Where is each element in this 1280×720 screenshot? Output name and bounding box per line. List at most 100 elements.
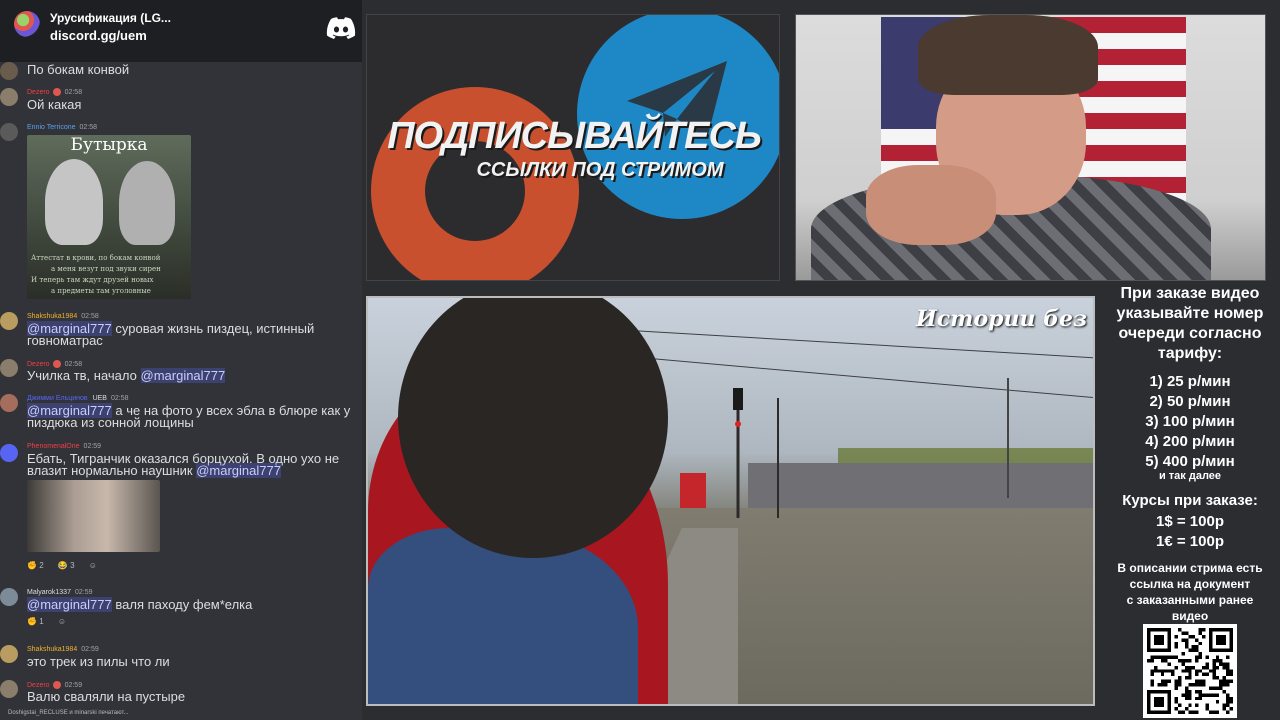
avatar [0,444,18,462]
instruction-line: тарифу: [1157,345,1223,362]
qr-code-icon [1147,628,1233,714]
message-body: Ебать, Тигранчик оказался борцухой. В од… [27,451,340,478]
instruction-line: очереди согласно [1118,325,1262,342]
avatar [0,88,18,106]
message-text: Ебать, Тигранчик оказался борцухой. В од… [27,451,359,478]
add-reaction-icon[interactable]: ☺ [58,617,66,626]
message-meta: Dezero 02:58 [27,88,82,96]
message-text: это трек из пилы что ли [27,654,170,669]
promo-banner: ПОДПИСЫВАЙТЕСЬ ССЫЛКИ ПОД СТРИМОМ [366,14,780,281]
instruction-line: При заказе видео [1120,285,1260,302]
avatar [0,680,18,698]
badge-icon [52,360,61,368]
avatar [0,645,18,663]
avatar [0,312,18,330]
user-mention[interactable]: @marginal777 [140,368,226,383]
message-time: 02:58 [81,313,99,320]
message-time: 02:59 [81,646,99,653]
message-author[interactable]: Джимми Ельцинов [27,395,88,402]
image-person [45,159,103,245]
message-meta: Shakshuka1984 02:59 [27,646,99,653]
tariff-item: 4) 200 р/мин [1145,433,1235,450]
server-header[interactable]: Урусификация (LG... discord.gg/uem [0,0,362,62]
avatar [0,62,18,80]
reactions: ✊ 1 ☺ [27,617,72,626]
description-line: видео [1171,609,1209,623]
reaction[interactable]: 😂 3 [58,561,81,570]
message-time: 02:59 [74,589,93,596]
tariff-item: 5) 400 р/мин [1145,453,1235,470]
message-author[interactable]: Dezero [27,361,50,368]
message-meta: Shakshuka1984 02:58 [27,313,99,320]
discord-logo-icon [326,17,356,39]
message-author[interactable]: Dezero [27,89,50,96]
user-mention[interactable]: @marginal777 [27,597,112,612]
reaction-count: 1 [39,617,44,626]
avatar [0,588,18,606]
reaction[interactable]: ✊ 2 [27,561,50,570]
avatar [0,394,18,412]
rate-item: 1$ = 100р [1156,513,1224,530]
message-text: По бокам конвой [27,62,130,77]
user-mention[interactable]: @marginal777 [196,463,281,478]
image-caption: Аттестат в крови, по бокам конвой а меня… [31,253,187,297]
message-time: 02:59 [83,443,102,450]
image-caption-line: а меня везут под звуки сирен [51,265,161,273]
badge-icon [52,681,61,689]
message-time: 02:58 [64,360,83,368]
streamer-hair [918,15,1098,95]
streamer-hand [866,165,996,245]
order-instructions: При заказе видео указывайте номер очеред… [1100,284,1280,364]
tariff-list: 1) 25 р/мин 2) 50 р/мин 3) 100 р/мин 4) … [1100,372,1280,472]
message-author[interactable]: Shakshuka1984 [27,646,77,653]
message-text: @marginal777 валя паходу фем*елка [27,597,359,612]
add-reaction-icon[interactable]: ☺ [89,561,97,570]
message-meta: Джимми Ельцинов UEB 02:58 [27,395,129,402]
tariff-item: 3) 100 р/мин [1145,413,1235,430]
reactions: ✊ 2 😂 3 ☺ [27,561,103,570]
badge-icon [52,88,61,96]
tariff-item: 2) 50 р/мин [1149,393,1231,410]
message-time: 02:58 [64,88,83,96]
server-name: Урусификация (LG... [50,11,171,25]
message-text: @marginal777 суровая жизнь пиздец, истин… [27,321,359,347]
message-author[interactable]: Dezero [27,682,50,689]
avatar [0,359,18,377]
tariff-more: и так далее [1158,470,1222,482]
image-person [119,161,175,245]
message-meta: Dezero 02:59 [27,681,82,689]
reaction-count: 3 [70,561,75,570]
message-author[interactable]: PhenomenalOne [27,443,80,450]
description-line: В описании стрима есть [1117,561,1263,575]
tariff-item: 1) 25 р/мин [1149,373,1231,390]
server-invite[interactable]: discord.gg/uem [50,28,147,43]
chat-panel: Урусификация (LG... discord.gg/uem По бо… [0,0,362,720]
message-meta: PhenomenalOne 02:59 [27,443,101,450]
message-author[interactable]: Malyarok1337 [27,589,71,596]
rate-item: 1€ = 100р [1156,533,1224,550]
message-time: 02:58 [110,395,129,402]
message-author[interactable]: Shakshuka1984 [27,313,77,320]
reaction[interactable]: ✊ 1 [27,617,50,626]
promo-title: ПОДПИСЫВАЙТЕСЬ [387,115,762,157]
server-icon [14,11,40,37]
video-player[interactable]: Истории без сахара [366,296,1095,706]
message-text: @marginal777 а че на фото у всех эбла в … [27,403,359,429]
message-image[interactable]: Бутырка Аттестат в крови, по бокам конво… [27,135,191,299]
image-caption-line: И теперь там ждут друзей новых [31,276,154,284]
rates-list: 1$ = 100р 1€ = 100р [1100,512,1280,552]
rates-header: Курсы при заказе: [1122,492,1258,509]
description-note: В описании стрима есть ссылка на докумен… [1100,560,1280,624]
reaction-count: 2 [39,561,44,570]
qr-code[interactable] [1143,624,1237,718]
image-caption-line: Аттестат в крови, по бокам конвой [31,254,161,262]
message-text: Валю сваляли на пустыре [27,689,186,704]
message-author[interactable]: Ennio Terricone [27,124,76,131]
message-time: 02:58 [79,124,98,131]
message-body: Училка тв, начало [27,368,137,383]
image-title: Бутырка [70,135,148,155]
message-image[interactable] [27,480,160,552]
description-line: с заказанными ранее [1126,593,1254,607]
promo-subtitle: ССЫЛКИ ПОД СТРИМОМ [476,159,724,181]
webcam-feed [795,14,1266,281]
